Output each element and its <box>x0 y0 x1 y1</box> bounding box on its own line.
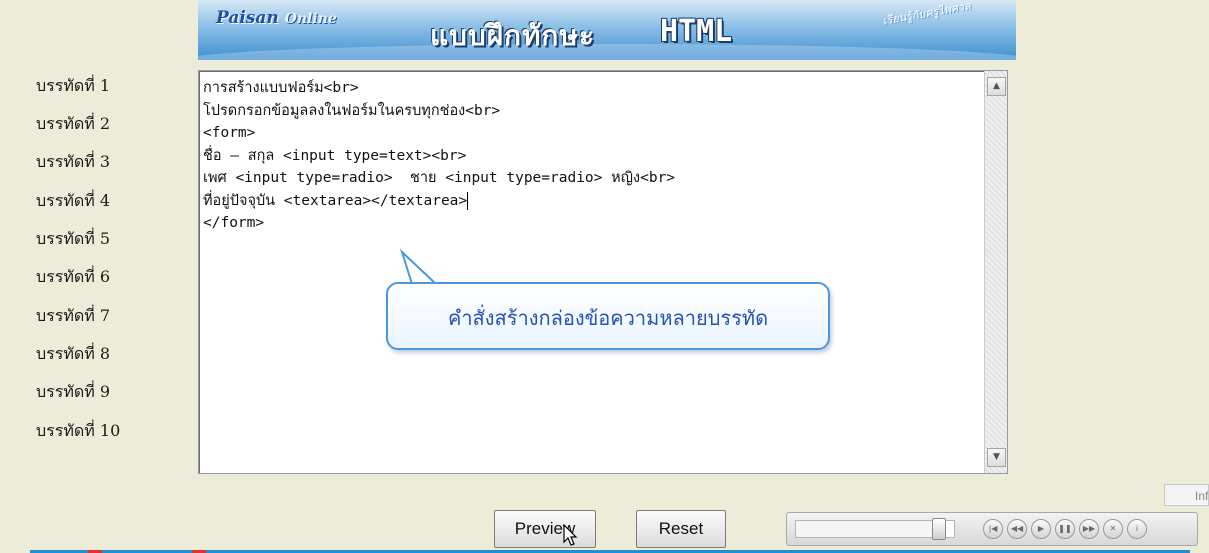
text-caret <box>467 191 469 210</box>
brand-name: Paisan <box>216 8 279 28</box>
info-icon[interactable]: i <box>1127 519 1147 539</box>
code-line: การสร้างแบบฟอร์ม<br> <box>203 80 359 96</box>
line-label: บรรทัดที่ 10 <box>36 421 121 440</box>
callout-text: คำสั่งสร้างกล่องข้อความหลายบรรทัด <box>447 306 769 330</box>
media-player-controls: |◀ ◀◀ ▶ ❚❚ ▶▶ ✕ i <box>786 512 1198 546</box>
code-line: โปรดกรอกข้อมูลลงในฟอร์มในครบทุกช่อง<br> <box>203 102 501 119</box>
html-logo: HTML <box>660 14 733 49</box>
line-label: บรรทัดที่ 7 <box>36 306 111 325</box>
skip-start-icon[interactable]: |◀ <box>983 519 1003 539</box>
banner-wave-decoration <box>198 44 1016 60</box>
seek-bar[interactable] <box>795 518 955 540</box>
banner-script-text: เรียนรู้กับครูไพศาล <box>881 0 972 28</box>
brand-sub: Online <box>284 11 337 27</box>
seek-progress <box>796 521 939 537</box>
brand-logo: Paisan Online <box>216 8 337 28</box>
header-banner: Paisan Online แบบฝึกทักษะ HTML เรียนรู้ก… <box>198 0 1016 60</box>
pause-icon[interactable]: ❚❚ <box>1055 519 1075 539</box>
tooltip-callout: คำสั่งสร้างกล่องข้อความหลายบรรทัด <box>386 282 830 350</box>
seek-thumb[interactable] <box>932 518 947 540</box>
code-line: </form> <box>203 215 265 231</box>
scroll-up-arrow-icon[interactable]: ▲ <box>987 77 1006 96</box>
fast-forward-icon[interactable]: ▶▶ <box>1079 519 1099 539</box>
editor-scrollbar[interactable]: ▲ ▼ <box>984 71 1007 473</box>
banner-title: แบบฝึกทักษะ <box>430 19 595 52</box>
code-line: ชื่อ – สกุล <input type=text><br> <box>203 147 467 164</box>
scroll-down-arrow-icon[interactable]: ▼ <box>987 448 1006 467</box>
close-icon[interactable]: ✕ <box>1103 519 1123 539</box>
preview-button[interactable]: Preview <box>494 510 596 548</box>
line-label: บรรทัดที่ 4 <box>36 191 111 210</box>
code-line: เพศ <input type=radio> ชาย <input type=r… <box>203 170 676 186</box>
code-content[interactable]: การสร้างแบบฟอร์ม<br> โปรดกรอกข้อมูลลงในฟ… <box>203 77 979 235</box>
line-label: บรรทัดที่ 5 <box>36 229 111 248</box>
line-label: บรรทัดที่ 8 <box>36 344 111 363</box>
line-label: บรรทัดที่ 6 <box>36 267 111 286</box>
code-line-text: ที่อยู่ปัจจุบัน <textarea></textarea> <box>203 192 468 209</box>
code-line-with-caret: ที่อยู่ปัจจุบัน <textarea></textarea> <box>203 190 979 213</box>
line-label: บรรทัดที่ 1 <box>36 76 111 95</box>
play-icon[interactable]: ▶ <box>1031 519 1051 539</box>
info-tab[interactable]: Inf <box>1164 484 1209 506</box>
mouse-cursor-icon <box>563 523 579 552</box>
code-line: <form> <box>203 125 256 141</box>
reset-button[interactable]: Reset <box>636 510 726 548</box>
line-label: บรรทัดที่ 9 <box>36 382 111 401</box>
line-label: บรรทัดที่ 3 <box>36 152 111 171</box>
code-editor-textarea[interactable]: การสร้างแบบฟอร์ม<br> โปรดกรอกข้อมูลลงในฟ… <box>198 70 1008 474</box>
line-label: บรรทัดที่ 2 <box>36 114 111 133</box>
rewind-icon[interactable]: ◀◀ <box>1007 519 1027 539</box>
